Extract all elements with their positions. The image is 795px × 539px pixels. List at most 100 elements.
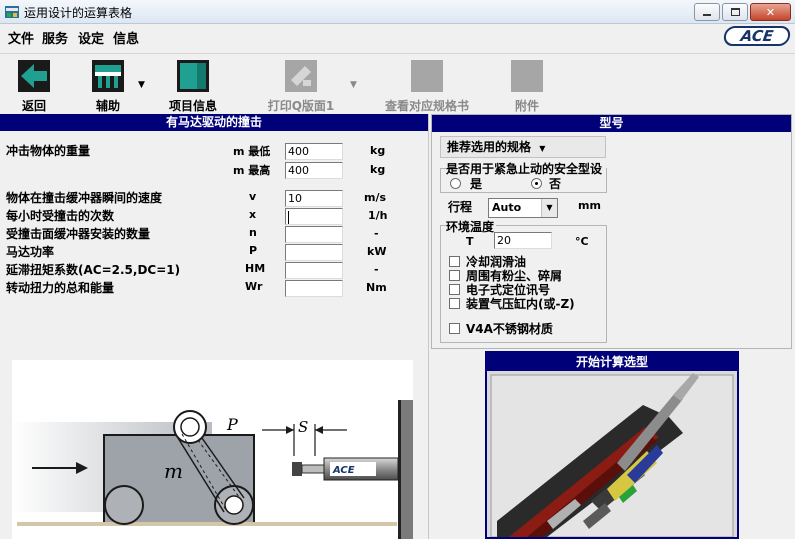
stroke-label: 行程 — [448, 200, 473, 214]
temperature-symbol: T — [466, 235, 474, 248]
menu-service[interactable]: 服务 — [42, 28, 68, 47]
restore-icon — [730, 8, 740, 16]
project-info-icon — [177, 60, 209, 92]
diagram-label-p: P — [226, 415, 238, 434]
absorber-count-unit: - — [374, 227, 379, 240]
start-calculation-button[interactable]: 开始计算选型 — [485, 351, 739, 539]
shock-absorber-cutaway-icon — [487, 371, 737, 537]
temperature-unit: °C — [575, 235, 589, 248]
view-spec-label: 查看对应规格书 — [384, 99, 469, 113]
safety-no-radio[interactable] — [531, 178, 542, 189]
absorber-count-label: 受撞击面缓冲器安装的数量 — [6, 227, 151, 241]
toolbar: 返回 辅助 ▼ 项目信息 打印Q版面1 ▼ 查看对应规格书 附件 — [0, 53, 795, 113]
motor-driven-impact-illustration: P S m ACE — [12, 400, 413, 539]
dust-checkbox[interactable] — [449, 270, 460, 281]
chevron-down-icon: ▼ — [539, 144, 546, 153]
text-caret — [288, 210, 289, 224]
motor-power-symbol: P — [249, 244, 258, 257]
v4a-label: V4A不锈钢材质 — [466, 322, 553, 336]
menu-info[interactable]: 信息 — [113, 28, 139, 47]
velocity-label: 物体在撞击缓冲器瞬间的速度 — [6, 191, 163, 205]
assist-dropdown-arrow-icon[interactable]: ▼ — [138, 80, 145, 90]
position-signal-checkbox[interactable] — [449, 284, 460, 295]
stall-torque-input[interactable] — [285, 262, 343, 279]
print-dropdown-arrow-icon: ▼ — [350, 80, 357, 90]
safety-yes-label: 是 — [470, 177, 483, 191]
motor-power-unit: kW — [367, 245, 387, 258]
left-panel-header: 有马达驱动的撞击 — [0, 114, 428, 131]
start-calculation-label: 开始计算选型 — [575, 355, 648, 369]
coolant-checkbox[interactable] — [449, 256, 460, 267]
close-button[interactable]: ✕ — [750, 3, 791, 21]
ace-logo: ACE — [722, 26, 792, 46]
spec-sheet-icon — [411, 60, 443, 92]
attachment-button: 附件 — [506, 54, 548, 114]
mass-max-input[interactable]: 400 — [285, 162, 343, 179]
assist-button[interactable]: 辅助 — [88, 54, 128, 114]
mass-min-unit: kg — [370, 144, 386, 157]
minimize-button[interactable] — [694, 3, 720, 21]
safety-yes-radio[interactable] — [450, 178, 461, 189]
mass-min-symbol: m 最低 — [233, 145, 271, 158]
model-header: 型号 — [432, 115, 791, 132]
motor-power-label: 马达功率 — [6, 245, 55, 259]
cycles-symbol: x — [249, 208, 257, 221]
diagram-label-m: m — [164, 459, 183, 483]
rotational-energy-input[interactable] — [285, 280, 343, 297]
diagram-shock-brand: ACE — [332, 465, 355, 476]
velocity-input[interactable]: 10 — [285, 190, 343, 207]
cycles-unit: 1/h — [368, 209, 388, 222]
close-icon: ✕ — [765, 5, 776, 19]
rotational-energy-unit: Nm — [366, 281, 387, 294]
project-info-label: 项目信息 — [168, 99, 217, 113]
minimize-icon — [703, 14, 711, 16]
stroke-value: Auto — [492, 201, 522, 214]
menu-bar: 文件 服务 设定 信息 — [0, 24, 795, 52]
rotational-energy-symbol: Wr — [245, 280, 263, 293]
mass-min-input[interactable]: 400 — [285, 143, 343, 160]
v4a-checkbox[interactable] — [449, 323, 460, 334]
motor-power-input[interactable] — [285, 244, 343, 261]
diagram-label-s: S — [298, 418, 308, 436]
mass-max-unit: kg — [370, 163, 386, 176]
safety-no-label: 否 — [549, 177, 562, 191]
mass-max-symbol: m 最高 — [233, 164, 271, 177]
app-icon — [5, 6, 19, 18]
absorber-count-symbol: n — [249, 226, 257, 239]
back-button[interactable]: 返回 — [14, 54, 54, 114]
menu-settings[interactable]: 设定 — [78, 28, 104, 47]
back-label: 返回 — [21, 99, 46, 113]
recommend-dropdown-label: 推荐选用的规格 — [447, 140, 532, 154]
stroke-unit: mm — [578, 199, 601, 212]
cycles-label: 每小时受撞击的次数 — [6, 209, 115, 223]
cycles-input[interactable] — [285, 208, 343, 225]
impact-diagram: P S m ACE — [12, 360, 413, 539]
mass-label: 冲击物体的重量 — [6, 144, 91, 158]
attachment-icon — [511, 60, 543, 92]
stroke-dropdown-arrow-icon[interactable]: ▼ — [541, 199, 557, 217]
back-arrow-icon — [18, 60, 50, 92]
menu-file[interactable]: 文件 — [8, 28, 34, 47]
window-title: 运用设计的运算表格 — [24, 6, 133, 20]
rotational-energy-label: 转动扭力的总和能量 — [6, 281, 115, 295]
assist-icon — [92, 60, 124, 92]
project-info-button[interactable]: 项目信息 — [162, 54, 224, 114]
stall-torque-unit: - — [374, 263, 379, 276]
absorber-count-input[interactable] — [285, 226, 343, 243]
pneumatic-cylinder-checkbox[interactable] — [449, 298, 460, 309]
velocity-unit: m/s — [364, 191, 387, 204]
stall-torque-symbol: HM — [245, 262, 266, 275]
title-bar: 运用设计的运算表格 ✕ — [0, 0, 795, 24]
attachment-label: 附件 — [514, 99, 539, 113]
temperature-input[interactable]: 20 — [494, 232, 552, 249]
print-button: 打印Q版面1 — [264, 54, 338, 114]
view-spec-button: 查看对应规格书 — [378, 54, 476, 114]
print-icon — [285, 60, 317, 92]
print-label: 打印Q版面1 — [267, 99, 335, 113]
restore-button[interactable] — [722, 3, 748, 21]
environment-title: 环境温度 — [446, 218, 497, 235]
stall-torque-label: 延滞扭矩系数(AC=2.5,DC=1) — [6, 263, 181, 277]
stroke-select[interactable]: Auto ▼ — [488, 198, 558, 218]
recommend-dropdown[interactable]: 推荐选用的规格 ▼ — [440, 136, 606, 158]
assist-label: 辅助 — [95, 99, 120, 113]
